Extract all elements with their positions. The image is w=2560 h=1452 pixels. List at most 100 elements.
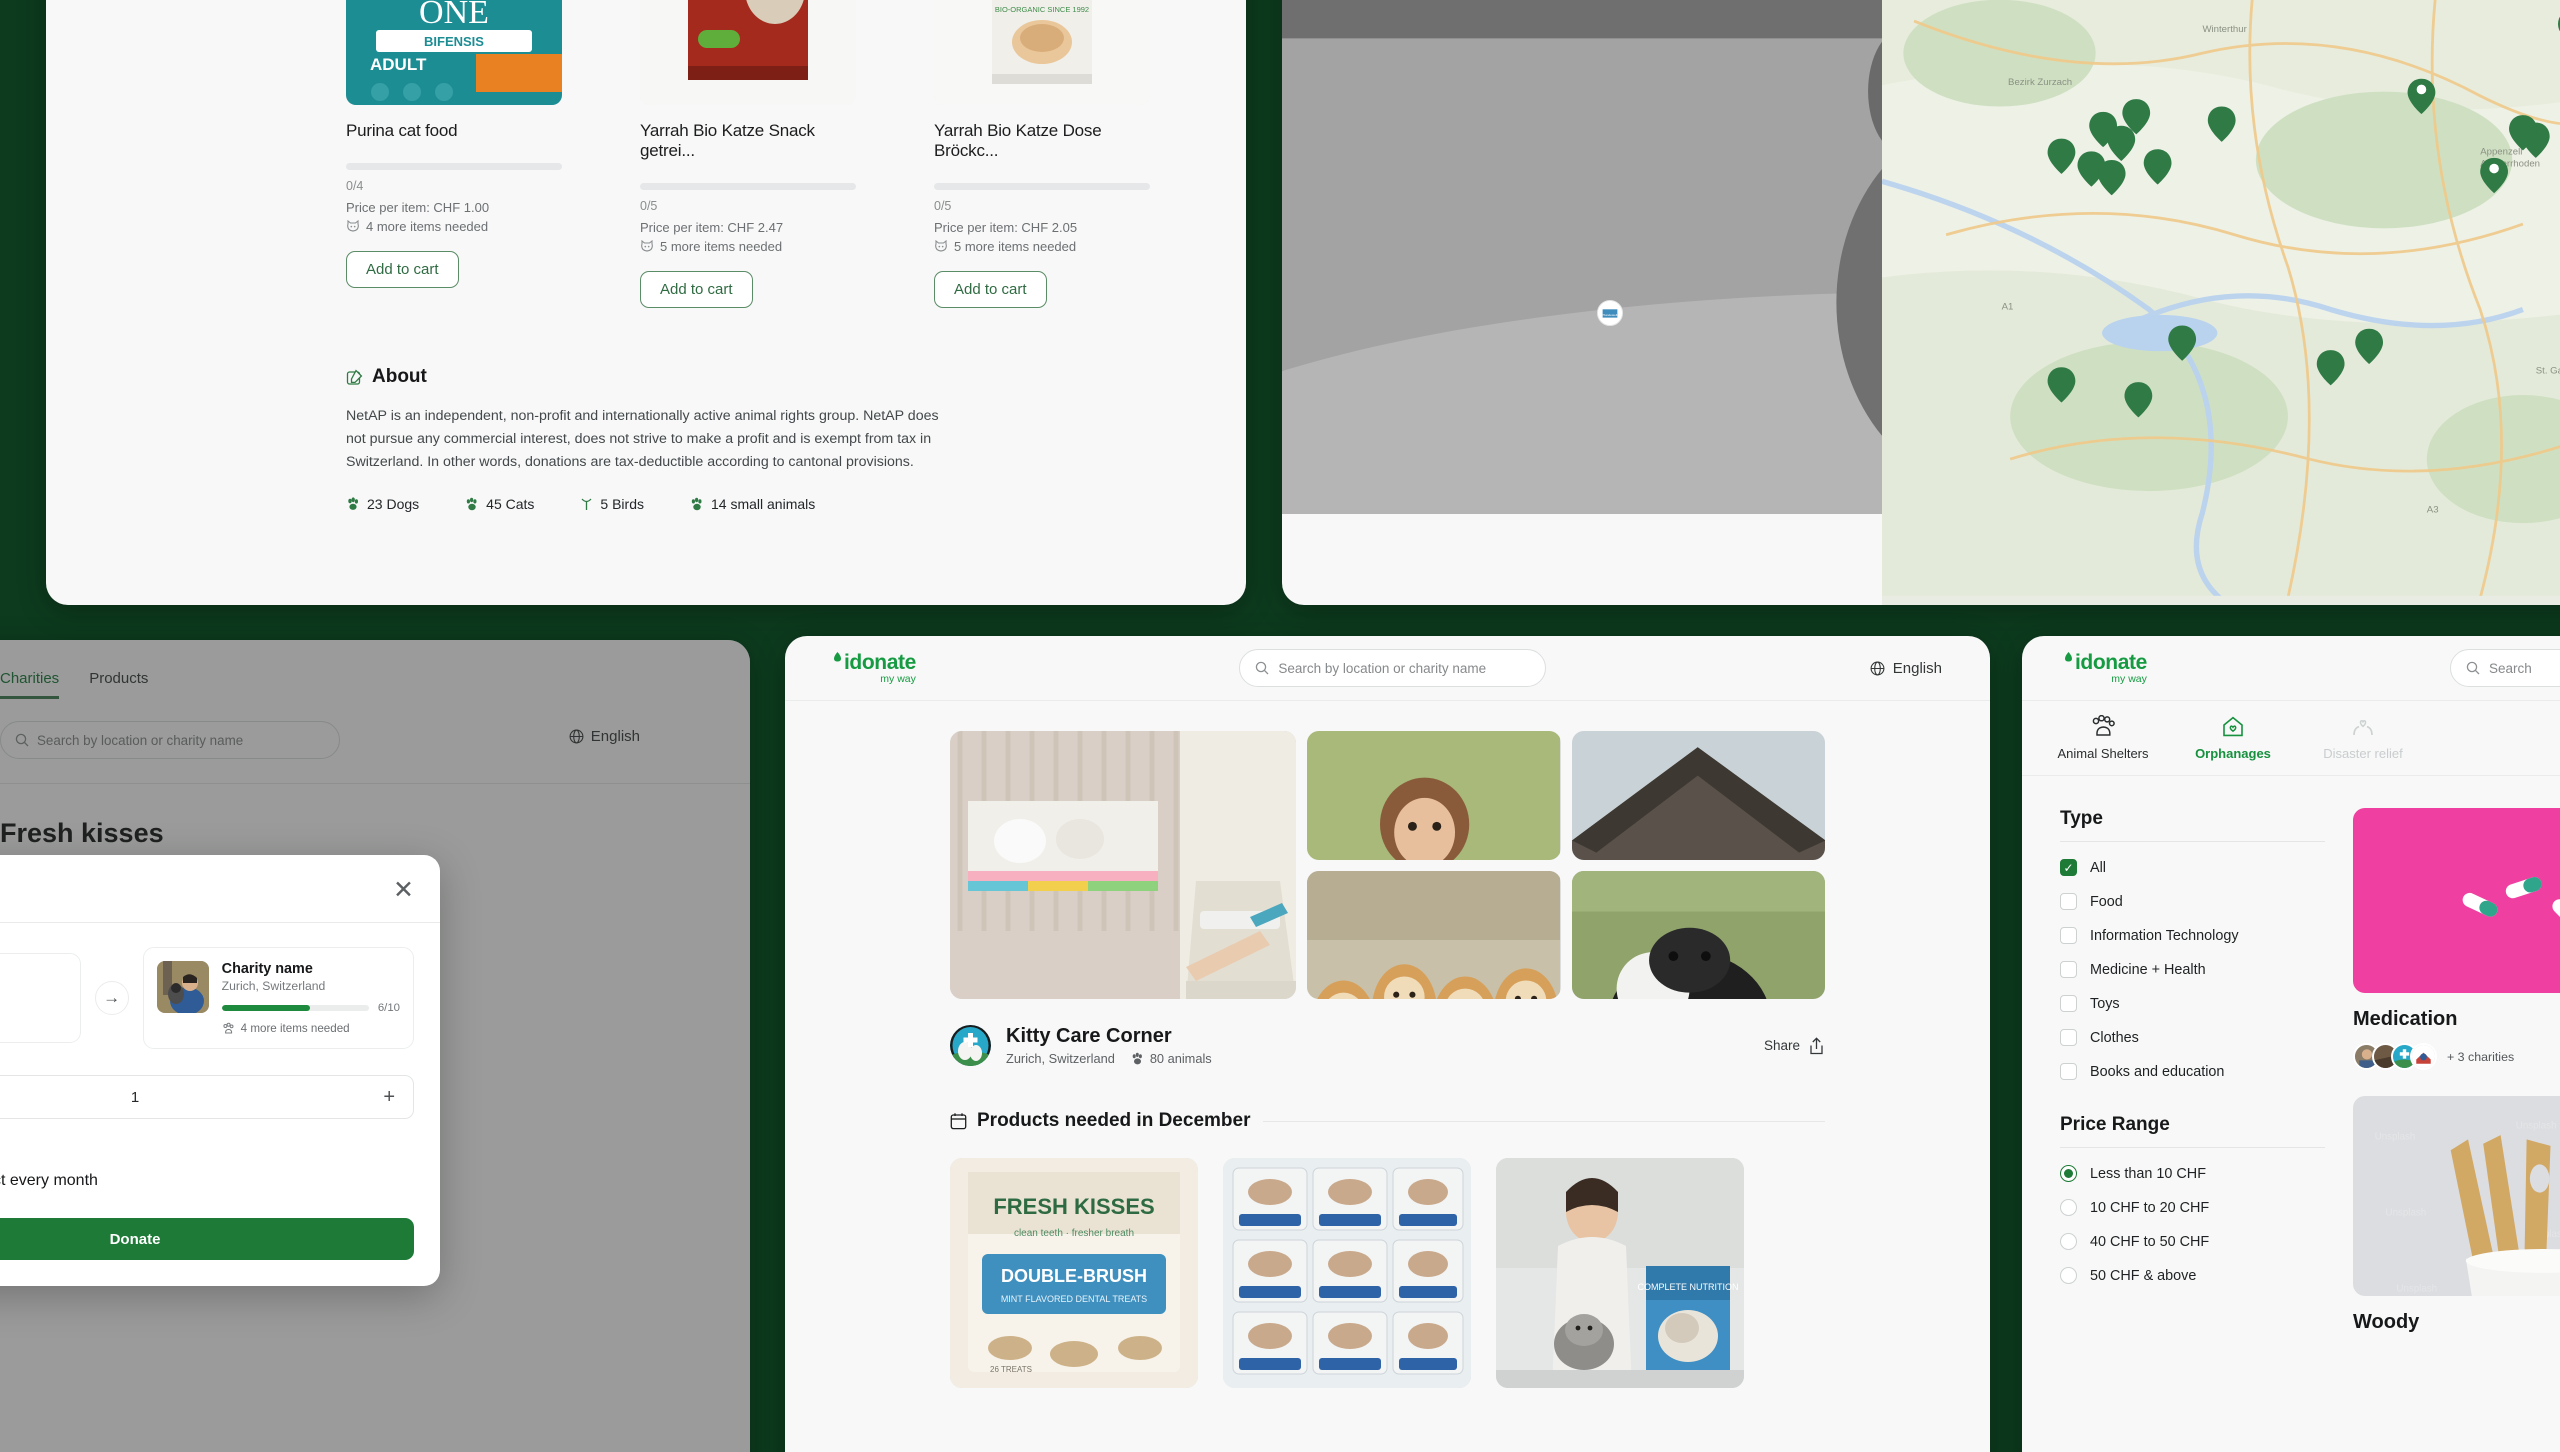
option-label: All (2090, 859, 2106, 876)
gallery-photo[interactable] (1571, 731, 1825, 860)
result-card[interactable]: UnsplashUnsplashUnsplash UnsplashUnsplas… (2353, 1096, 2560, 1334)
tab-animal-shelters[interactable]: Animal Shelters (2038, 715, 2168, 761)
svg-text:26 TREATS: 26 TREATS (990, 1365, 1032, 1374)
checkbox[interactable] (2060, 927, 2077, 944)
hands-heart-icon (2298, 715, 2428, 739)
svg-text:Unsplash: Unsplash (2375, 1131, 2416, 1142)
radio[interactable] (2060, 1233, 2077, 1250)
edit-note-icon (346, 369, 363, 386)
paw-icon (2038, 715, 2168, 739)
donate-button[interactable]: Donate (0, 1218, 414, 1260)
add-to-cart-button[interactable]: Add to cart (640, 271, 753, 308)
add-to-cart-button[interactable]: Add to cart (346, 251, 459, 288)
gallery-photo[interactable] (1307, 731, 1561, 860)
quantity-increment[interactable]: + (383, 1086, 395, 1109)
charity-thumbnail (156, 961, 209, 1013)
product-card[interactable]: ONE BIFENSIS ADULT Purina cat food 0/4 P… (346, 0, 562, 308)
needed-product-card[interactable] (1223, 1158, 1471, 1388)
type-option-books-education[interactable]: Books and education (2060, 1063, 2325, 1080)
add-to-cart-button[interactable]: Add to cart (934, 271, 1047, 308)
price-option-10-to-20[interactable]: 10 CHF to 20 CHF (2060, 1199, 2325, 1216)
product-fraction: 0/5 (640, 199, 658, 213)
type-option-clothes[interactable]: Clothes (2060, 1029, 2325, 1046)
category-tabs: Animal Shelters Orphanages Disaster reli… (2022, 701, 2560, 775)
charity-result-card[interactable]: Hundewelt "Hundebetreuung Hundewelt-Zuer… (1282, 0, 2560, 514)
product-card[interactable]: YARRAH MINI Yarrah Bio Katze Snack getre… (640, 0, 856, 308)
radio[interactable] (2060, 1267, 2077, 1284)
items-needed: 4 more items needed (222, 1022, 400, 1035)
checkbox[interactable] (2060, 859, 2077, 876)
type-option-food[interactable]: Food (2060, 893, 2325, 910)
modal-header: onation ✕ (0, 855, 440, 922)
gallery-main-photo[interactable] (950, 731, 1296, 999)
price-option-less-than-10[interactable]: Less than 10 CHF (2060, 1165, 2325, 1182)
tab-disaster-relief[interactable]: Disaster relief (2298, 715, 2428, 761)
card-image (2353, 808, 2560, 993)
profile-header: idonate my way Search by location or cha… (785, 636, 1990, 700)
checkbox[interactable] (2060, 893, 2077, 910)
svg-text:DOUBLE-BRUSH: DOUBLE-BRUSH (1001, 1266, 1147, 1286)
modal-charity-card[interactable]: Charity name Zurich, Switzerland 6/10 4 … (142, 947, 414, 1049)
charity-logo: Hundewelt (1596, 300, 1623, 326)
dog-paw-icon (346, 497, 360, 511)
brand-logo[interactable]: idonate my way (2064, 651, 2147, 685)
tab-label: Disaster relief (2323, 746, 2403, 761)
divider (2060, 1147, 2325, 1148)
type-option-medicine-health[interactable]: Medicine + Health (2060, 961, 2325, 978)
checkbox[interactable] (2060, 961, 2077, 978)
modal-product-card: sh kisses e per item: $48 (0, 953, 81, 1043)
avatar (950, 1025, 991, 1066)
gallery-photo[interactable] (1571, 870, 1825, 999)
product-title: Yarrah Bio Katze Snack getrei... (640, 121, 815, 160)
option-label: Clothes (2090, 1029, 2139, 1046)
product-fraction: 0/5 (934, 199, 952, 213)
price-option-40-to-50[interactable]: 40 CHF to 50 CHF (2060, 1233, 2325, 1250)
radio[interactable] (2060, 1199, 2077, 1216)
option-label: Food (2090, 893, 2123, 910)
card-image: UnsplashUnsplashUnsplash UnsplashUnsplas… (2353, 1096, 2560, 1296)
price-option-50-above[interactable]: 50 CHF & above (2060, 1267, 2325, 1284)
product-needed: 5 more items needed (640, 239, 856, 254)
product-progress-bar (934, 183, 1150, 190)
charity-location: Zurich, Switzerland (1006, 1051, 1115, 1066)
checkbox[interactable] (2060, 1029, 2077, 1046)
option-label: Toys (2090, 995, 2120, 1012)
logo-text: idonate (844, 650, 916, 674)
brand-logo[interactable]: idonate my way (833, 650, 916, 685)
svg-text:MINT FLAVORED DENTAL TREATS: MINT FLAVORED DENTAL TREATS (1001, 1294, 1147, 1304)
animal-count-item: 5 Birds (580, 496, 644, 512)
search-input[interactable]: Search by location or charity name (1239, 649, 1547, 687)
option-label: Books and education (2090, 1063, 2225, 1080)
search-input[interactable]: Search (2450, 649, 2560, 687)
search-placeholder: Search (2489, 660, 2532, 676)
gallery-photo[interactable] (1307, 870, 1561, 999)
tab-orphanages[interactable]: Orphanages (2168, 715, 2298, 761)
type-option-information-technology[interactable]: Information Technology (2060, 927, 2325, 944)
recurring-donation-label[interactable]: o donate this product every month (0, 1172, 414, 1190)
search-icon (2466, 661, 2480, 675)
about-text: NetAP is an independent, non-profit and … (346, 408, 939, 470)
paw-icon (1131, 1052, 1144, 1065)
type-option-all[interactable]: All (2060, 859, 2325, 876)
needed-product-card[interactable]: COMPLETE NUTRITION (1496, 1158, 1744, 1388)
needed-products: FRESH KISSES clean teeth · fresher breat… (785, 1132, 1990, 1388)
cat-icon (934, 240, 948, 253)
product-title: Purina cat food (346, 121, 458, 140)
charity-identity: Kitty Care Corner Zurich, Switzerland 80… (785, 999, 1990, 1066)
charity-profile-panel: idonate my way Search by location or cha… (785, 636, 1990, 1452)
type-option-toys[interactable]: Toys (2060, 995, 2325, 1012)
result-card[interactable]: Medication + 3 charities (2353, 808, 2560, 1070)
checkbox[interactable] (2060, 1063, 2077, 1080)
logo-subtext: my way (2111, 672, 2147, 685)
language-selector[interactable]: English (1870, 660, 1942, 677)
svg-text:BIFENSIS: BIFENSIS (424, 34, 484, 49)
share-button[interactable]: Share (1764, 1036, 1825, 1055)
radio[interactable] (2060, 1165, 2077, 1182)
product-card[interactable]: YARRAH BIO-ORGANIC SINCE 1992 Yarrah Bio… (934, 0, 1150, 308)
option-label: 50 CHF & above (2090, 1267, 2197, 1284)
map-canvas[interactable]: Bezirk Zurzach Winterthur Appenzell Auss… (1882, 0, 2560, 605)
needed-product-card[interactable]: FRESH KISSES clean teeth · fresher breat… (950, 1158, 1198, 1388)
checkbox[interactable] (2060, 995, 2077, 1012)
close-icon[interactable]: ✕ (393, 878, 414, 903)
quantity-stepper[interactable]: − 1 + (0, 1075, 414, 1119)
